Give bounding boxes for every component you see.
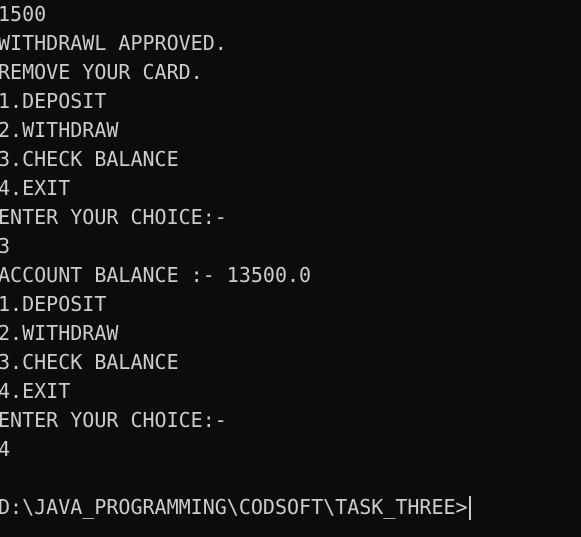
output-line-withdrawal-approved: WITHDRAWL APPROVED. [0,31,227,55]
user-input-choice: 4 [0,437,11,461]
shell-prompt-path: D:\JAVA_PROGRAMMING\CODSOFT\TASK_THREE> [0,495,468,519]
output-line-amount: 1500 [0,2,47,26]
menu-option-deposit: 1.DEPOSIT [0,292,107,316]
choice-prompt: ENTER YOUR CHOICE:- [0,408,227,432]
terminal-window[interactable]: 1500 WITHDRAWL APPROVED. REMOVE YOUR CAR… [0,0,581,537]
text-cursor [468,495,471,520]
output-line-account-balance: ACCOUNT BALANCE :- 13500.0 [0,263,312,287]
menu-option-check-balance: 3.CHECK BALANCE [0,147,179,171]
menu-option-check-balance: 3.CHECK BALANCE [0,350,179,374]
output-line-remove-card: REMOVE YOUR CARD. [0,60,203,84]
choice-prompt: ENTER YOUR CHOICE:- [0,205,227,229]
menu-option-withdraw: 2.WITHDRAW [0,321,119,345]
menu-option-withdraw: 2.WITHDRAW [0,118,119,142]
menu-option-deposit: 1.DEPOSIT [0,89,107,113]
shell-prompt-line[interactable]: D:\JAVA_PROGRAMMING\CODSOFT\TASK_THREE> [0,493,581,522]
menu-option-exit: 4.EXIT [0,176,71,200]
user-input-choice: 3 [0,234,11,258]
menu-option-exit: 4.EXIT [0,379,71,403]
